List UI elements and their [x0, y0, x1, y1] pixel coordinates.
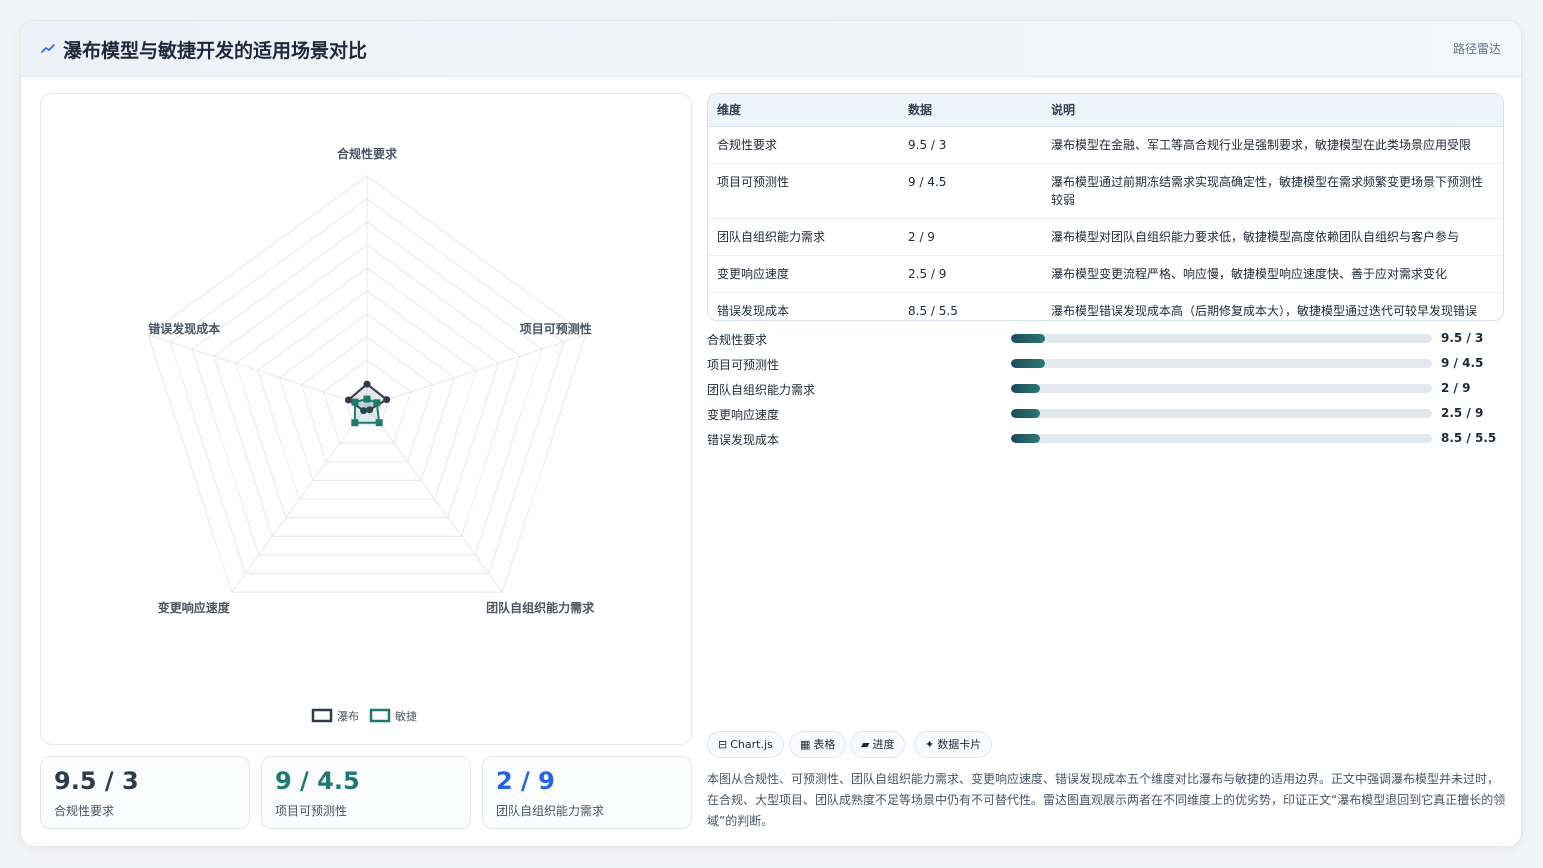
progress-icon: ▰ — [861, 738, 870, 751]
legend-label: 敏捷 — [395, 709, 417, 723]
stat-value: 9.5 / 3 — [54, 767, 139, 795]
progress-row: 错误发现成本 8.5 / 5.5 — [707, 429, 1504, 454]
progress-value: 2.5 / 9 — [1441, 406, 1484, 420]
table-header-cell: 维度 — [708, 94, 899, 127]
radar-point — [363, 380, 371, 388]
radar-axis-label: 项目可预测性 — [520, 321, 592, 336]
table-cell: 2.5 / 9 — [899, 255, 1042, 293]
table-cell: 瀑布模型对团队自组织能力要求低，敏捷模型高度依赖团队自组织与客户参与 — [1042, 218, 1503, 256]
stat-label: 团队自组织能力需求 — [496, 804, 605, 818]
chart-icon: ⊟ — [718, 738, 728, 751]
table-row: 变更响应速度 2.5 / 9 瀑布模型变更流程严格、响应慢，敏捷模型响应速度快、… — [708, 255, 1503, 293]
table-cell: 错误发现成本 — [717, 303, 790, 318]
table-cell: 团队自组织能力需求 — [708, 218, 899, 256]
progress-fill — [1011, 334, 1045, 343]
radar-axis-label: 变更响应速度 — [158, 600, 231, 615]
stat-card-predictability: 9 / 4.5 项目可预测性 — [261, 756, 471, 829]
stat-card-compliance: 9.5 / 3 合规性要求 — [40, 756, 250, 829]
radar-point — [383, 396, 391, 404]
table-row: 错误发现成本 8.5 / 5.5 瀑布模型错误发现成本高（后期修复成本大），敏捷… — [708, 292, 1503, 320]
table-icon: ▦ — [800, 738, 811, 751]
progress-value: 8.5 / 5.5 — [1441, 431, 1497, 445]
progress-value: 2 / 9 — [1441, 381, 1471, 395]
radar-point — [363, 395, 371, 403]
radar-point — [373, 399, 381, 407]
table-header-cell: 数据 — [899, 94, 1042, 127]
chart-description: 本图从合规性、可预测性、团队自组织能力需求、变更响应速度、错误发现成本五个维度对… — [707, 772, 1506, 828]
radar-point — [344, 396, 352, 404]
stat-label: 项目可预测性 — [275, 804, 348, 818]
radar-chart: 合规性要求项目可预测性团队自组织能力需求 变更响应速度 错误发现成本瀑布 敏捷 — [147, 146, 595, 723]
table-header-row: 维度 数据 说明 — [708, 94, 1503, 127]
legend-swatch — [369, 708, 391, 723]
sparkle-icon: ✦ — [925, 738, 935, 751]
table-row: 合规性要求 9.5 / 3 瀑布模型在金融、军工等高合规行业是强制要求，敏捷模型… — [708, 126, 1503, 164]
progress-label: 错误发现成本 — [707, 433, 780, 447]
progress-fill — [1011, 359, 1045, 368]
table-row: 团队自组织能力需求 2 / 9 瀑布模型对团队自组织能力要求低，敏捷模型高度依赖… — [708, 218, 1503, 256]
progress-label: 变更响应速度 — [707, 408, 780, 422]
radar-axis-line — [148, 334, 368, 407]
progress-row: 合规性要求 9.5 / 3 — [707, 329, 1504, 354]
progress-track — [1011, 409, 1432, 418]
progress-track — [1011, 434, 1432, 443]
table-cell: 瀑布模型通过前期冻结需求实现高确定性，敏捷模型在需求频繁变更场景下预测性较弱 — [1042, 163, 1503, 219]
radar-axis-label: 团队自组织能力需求 — [486, 600, 595, 615]
chip-table[interactable]: ▦ 表格 — [789, 731, 847, 758]
main-card: 瀑布模型与敏捷开发的适用场景对比 路径雷达 合规性要求 项目可预测性 团队自组织能力… — [20, 20, 1522, 847]
radar-chart-panel: 合规性要求项目可预测性团队自组织能力需求 变更响应速度 错误发现成本瀑布 敏捷 — [40, 93, 692, 745]
header: 瀑布模型与敏捷开发的适用场景对比 路径雷达 — [21, 21, 1521, 77]
progress-fill — [1011, 409, 1041, 418]
legend-swatch — [311, 708, 333, 723]
chip-data-cards[interactable]: ✦ 数据卡片 — [914, 731, 993, 758]
progress-label: 项目可预测性 — [707, 358, 780, 372]
table-cell: 瀑布模型变更流程严格、响应慢，敏捷模型响应速度快、善于应对需求变化 — [1042, 255, 1503, 293]
progress-label: 合规性要求 — [707, 333, 768, 347]
progress-row: 项目可预测性 9 / 4.5 — [707, 354, 1504, 379]
table-cell: 9.5 / 3 — [899, 126, 1042, 164]
table-cell: 合规性要求 — [708, 126, 899, 164]
progress-bars: 合规性要求 9.5 / 3 项目可预测性 9 / 4.5 团队自组织能力需求 2… — [707, 329, 1504, 454]
chip-label: Chart.js — [730, 738, 773, 751]
stat-value: 9 / 4.5 — [275, 767, 360, 795]
chip-label: 进度 — [872, 738, 895, 751]
table-row: 项目可预测性 9 / 4.5 瀑布模型通过前期冻结需求实现高确定性，敏捷模型在需… — [708, 163, 1503, 219]
progress-label: 团队自组织能力需求 — [707, 383, 816, 397]
table-cell: 8.5 / 5.5 — [908, 303, 958, 318]
table-header-cell: 说明 — [1042, 94, 1503, 127]
progress-value: 9.5 / 3 — [1441, 331, 1484, 345]
progress-track — [1011, 384, 1432, 393]
table-cell: 2 / 9 — [899, 218, 1042, 256]
progress-row: 变更响应速度 2.5 / 9 — [707, 404, 1504, 429]
table-cell: 9 / 4.5 — [899, 163, 1042, 219]
radar-point — [375, 419, 383, 427]
table-cell: 瀑布模型错误发现成本高（后期修复成本大），敏捷模型通过迭代可较早发现错误 — [1051, 303, 1478, 318]
table-cell: 瀑布模型在金融、军工等高合规行业是强制要求，敏捷模型在此类场景应用受限 — [1042, 126, 1503, 164]
legend-label: 瀑布 — [337, 710, 359, 723]
table-cell: 变更响应速度 — [708, 255, 899, 293]
progress-fill — [1011, 434, 1041, 443]
progress-value: 9 / 4.5 — [1441, 356, 1484, 370]
trend-icon — [41, 44, 55, 53]
radar-point — [351, 419, 359, 427]
table-cell: 项目可预测性 — [708, 163, 899, 219]
page-title: 瀑布模型与敏捷开发的适用场景对比 — [63, 40, 368, 62]
chip-label: 数据卡片 — [937, 738, 982, 751]
radar-axis-label: 合规性要求 — [337, 146, 398, 161]
progress-fill — [1011, 384, 1041, 393]
stat-value: 2 / 9 — [496, 767, 555, 795]
radar-point — [351, 398, 359, 406]
chart-type-tag: 路径雷达 — [1452, 42, 1501, 56]
chip-progress[interactable]: ▰ 进度 — [850, 731, 906, 758]
progress-row: 团队自组织能力需求 2 / 9 — [707, 379, 1504, 404]
stat-card-self-organization: 2 / 9 团队自组织能力需求 — [482, 756, 692, 829]
comparison-table: 维度 数据 说明 合规性要求 9.5 / 3 瀑布模型在金融、军工等高合规行业是… — [707, 93, 1504, 321]
stat-label: 合规性要求 — [54, 804, 115, 818]
chip-label: 表格 — [813, 738, 836, 751]
chip-chartjs[interactable]: ⊟ Chart.js — [707, 731, 784, 758]
radar-axis-label: 错误发现成本 — [148, 321, 220, 336]
radar-axis-line — [366, 334, 586, 407]
progress-track — [1011, 359, 1432, 368]
progress-track — [1011, 334, 1432, 343]
